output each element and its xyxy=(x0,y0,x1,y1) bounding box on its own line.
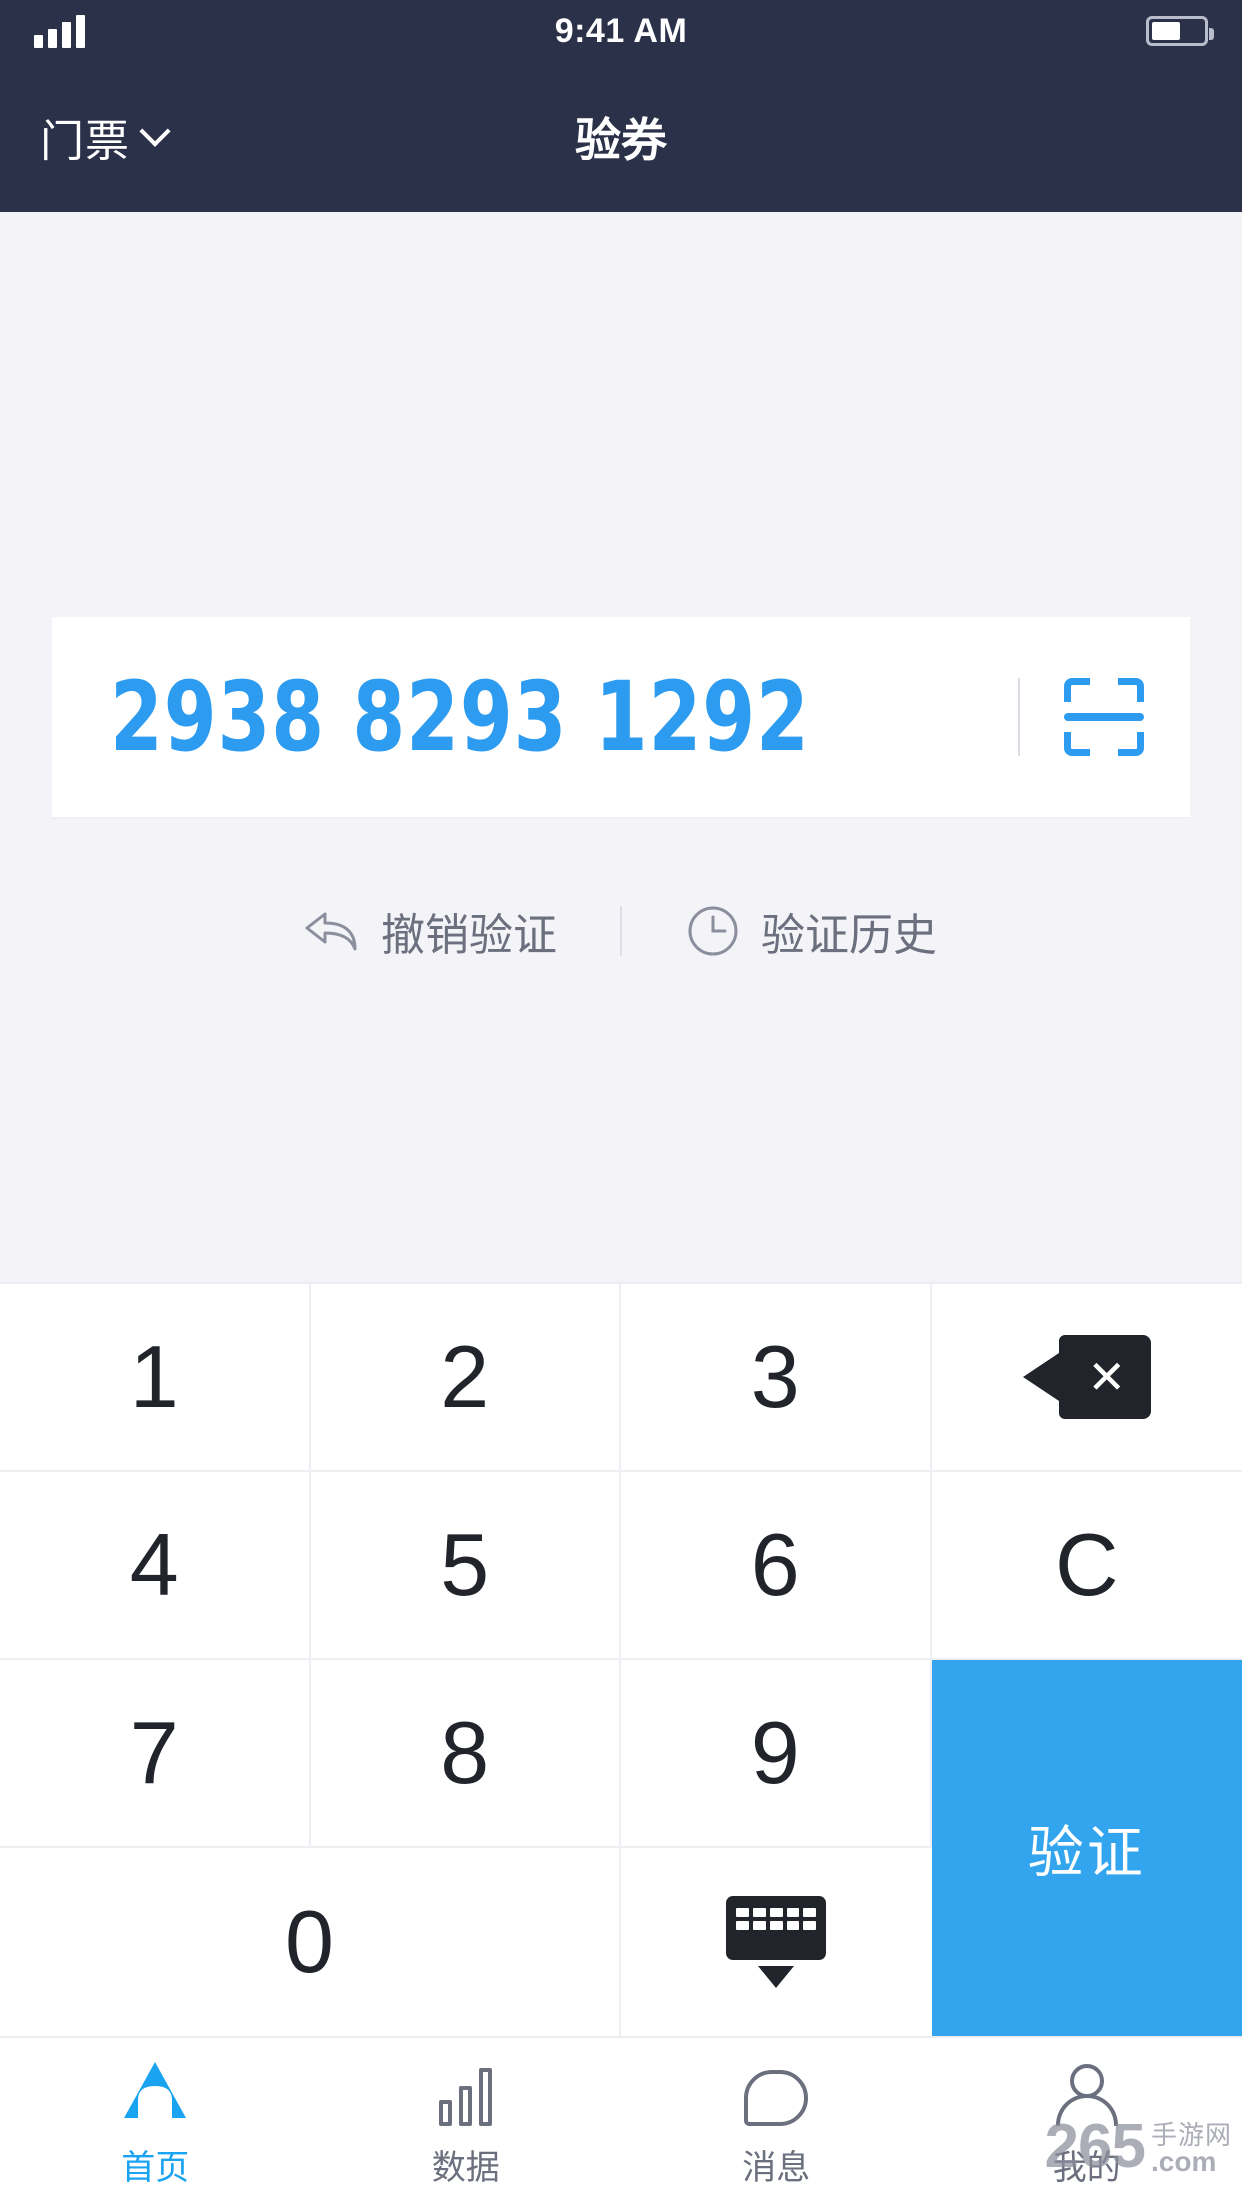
keypad-key-5[interactable]: 5 xyxy=(310,1472,621,1660)
coupon-code-card: 2938 8293 1292 xyxy=(52,617,1190,817)
undo-verification-button[interactable]: 撤销验证 xyxy=(240,899,620,963)
bar-chart-icon xyxy=(439,2058,493,2126)
chevron-down-icon xyxy=(139,115,171,147)
person-icon xyxy=(1055,2058,1118,2126)
keypad-key-0[interactable]: 0 xyxy=(0,1848,621,2036)
tab-data[interactable]: 数据 xyxy=(311,2038,622,2208)
keypad-key-8[interactable]: 8 xyxy=(310,1660,621,1848)
tab-home[interactable]: 首页 xyxy=(0,2038,311,2208)
signal-bars-icon xyxy=(34,14,85,48)
keypad-key-2[interactable]: 2 xyxy=(310,1284,621,1472)
content-area: 2938 8293 1292 撤销验证 验证历史 xyxy=(0,212,1242,1282)
verify-button[interactable]: 验证 xyxy=(931,1660,1242,2036)
ticket-type-selector[interactable]: 门票 xyxy=(0,105,171,169)
scan-qr-icon[interactable] xyxy=(1064,678,1144,756)
chat-bubble-icon xyxy=(744,2058,809,2126)
battery-icon xyxy=(1146,16,1214,46)
backspace-delete-icon: ✕ xyxy=(1022,1335,1151,1419)
keypad-key-4[interactable]: 4 xyxy=(0,1472,311,1660)
nav-bar: 门票 验券 xyxy=(0,62,1242,212)
quick-actions-row: 撤销验证 验证历史 xyxy=(0,885,1242,977)
bottom-tab-bar: 首页 数据 消息 我的 265 手游网 .com xyxy=(0,2036,1242,2208)
clock-icon xyxy=(688,906,738,956)
coupon-code-input[interactable]: 2938 8293 1292 xyxy=(110,661,900,773)
tab-messages-label: 消息 xyxy=(742,2148,811,2187)
tab-messages[interactable]: 消息 xyxy=(621,2038,932,2208)
keypad-key-7[interactable]: 7 xyxy=(0,1660,311,1848)
keypad-key-9[interactable]: 9 xyxy=(621,1660,932,1848)
keypad-hide-keyboard-button[interactable] xyxy=(621,1848,932,2036)
ticket-type-label: 门票 xyxy=(40,117,130,166)
home-icon xyxy=(120,2058,190,2126)
numeric-keypad: 1 2 3 ✕ 4 5 6 C 7 8 9 0 验证 xyxy=(0,1282,1242,2036)
code-card-divider xyxy=(1018,678,1020,756)
tab-mine[interactable]: 我的 xyxy=(932,2038,1242,2208)
keypad-backspace-button[interactable]: ✕ xyxy=(931,1284,1242,1472)
undo-verification-label: 撤销验证 xyxy=(381,911,557,960)
keypad-key-1[interactable]: 1 xyxy=(0,1284,311,1472)
status-bar-time: 9:41 AM xyxy=(554,11,688,50)
page-title: 验券 xyxy=(575,114,667,166)
keypad-key-3[interactable]: 3 xyxy=(621,1284,932,1472)
keypad-key-6[interactable]: 6 xyxy=(621,1472,932,1660)
verification-history-button[interactable]: 验证历史 xyxy=(622,899,1002,963)
status-bar-right xyxy=(1146,16,1214,46)
tab-home-label: 首页 xyxy=(121,2148,190,2187)
keyboard-hide-icon xyxy=(726,1896,827,1988)
verification-history-label: 验证历史 xyxy=(761,911,937,960)
keypad-clear-button[interactable]: C xyxy=(931,1472,1242,1660)
status-bar: 9:41 AM xyxy=(0,0,1242,62)
undo-arrow-icon xyxy=(305,912,357,951)
tab-data-label: 数据 xyxy=(431,2148,500,2187)
app-root: 9:41 AM 门票 验券 2938 8293 1292 撤销验证 验证历史 1… xyxy=(0,0,1242,2208)
tab-mine-label: 我的 xyxy=(1052,2148,1121,2187)
